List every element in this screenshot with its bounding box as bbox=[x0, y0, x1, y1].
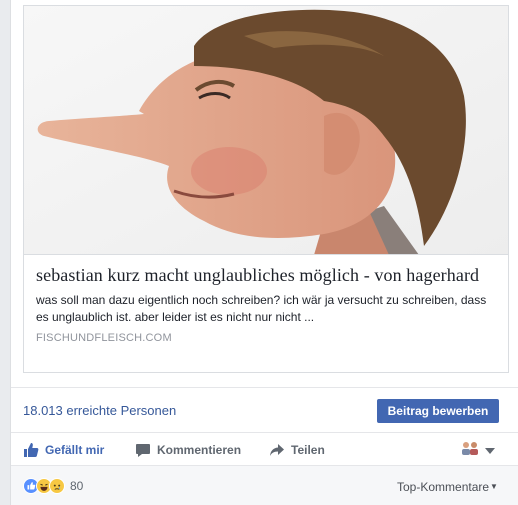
boost-post-button[interactable]: Beitrag bewerben bbox=[377, 399, 499, 423]
reach-row: 18.013 erreichte Personen Beitrag bewerb… bbox=[11, 387, 518, 433]
link-preview-card[interactable]: sebastian kurz macht unglaubliches mögli… bbox=[23, 5, 509, 373]
share-arrow-icon bbox=[269, 442, 285, 458]
caricature-photo bbox=[24, 6, 508, 254]
comment-order-label: Top-Kommentare bbox=[397, 480, 490, 494]
reactions-row: 80 Top-Kommentare▼ bbox=[11, 466, 518, 505]
comment-order-dropdown[interactable]: Top-Kommentare▼ bbox=[397, 480, 498, 494]
comment-button[interactable]: Kommentieren bbox=[135, 433, 241, 466]
link-preview-image[interactable] bbox=[24, 6, 508, 255]
link-preview-description: was soll man dazu eigentlich noch schrei… bbox=[36, 293, 487, 324]
reaction-summary[interactable]: 80 bbox=[23, 478, 83, 494]
feed-post: sebastian kurz macht unglaubliches mögli… bbox=[10, 0, 518, 505]
reaction-count: 80 bbox=[70, 479, 84, 493]
chevron-down-icon bbox=[485, 441, 495, 459]
link-preview-domain: FISCHUNDFLEISCH.COM bbox=[36, 332, 172, 344]
link-preview-text[interactable]: sebastian kurz macht unglaubliches mögli… bbox=[24, 256, 508, 344]
like-button-label: Gefällt mir bbox=[45, 442, 105, 457]
page-avatar-icon bbox=[461, 441, 479, 460]
comment-button-label: Kommentieren bbox=[157, 442, 242, 457]
like-button[interactable]: Gefällt mir bbox=[23, 433, 104, 466]
share-button[interactable]: Teilen bbox=[269, 433, 325, 466]
share-button-label: Teilen bbox=[291, 442, 325, 457]
thumbs-up-icon bbox=[23, 442, 39, 458]
post-actions: Gefällt mir Kommentieren Teilen bbox=[11, 433, 518, 466]
sad-reaction-icon bbox=[49, 478, 65, 494]
link-preview-title[interactable]: sebastian kurz macht unglaubliches mögli… bbox=[36, 264, 498, 286]
comment-icon bbox=[135, 442, 151, 458]
post-as-selector[interactable] bbox=[461, 441, 495, 459]
reach-count-link[interactable]: 18.013 erreichte Personen bbox=[23, 403, 176, 418]
caret-down-icon: ▼ bbox=[490, 482, 498, 491]
